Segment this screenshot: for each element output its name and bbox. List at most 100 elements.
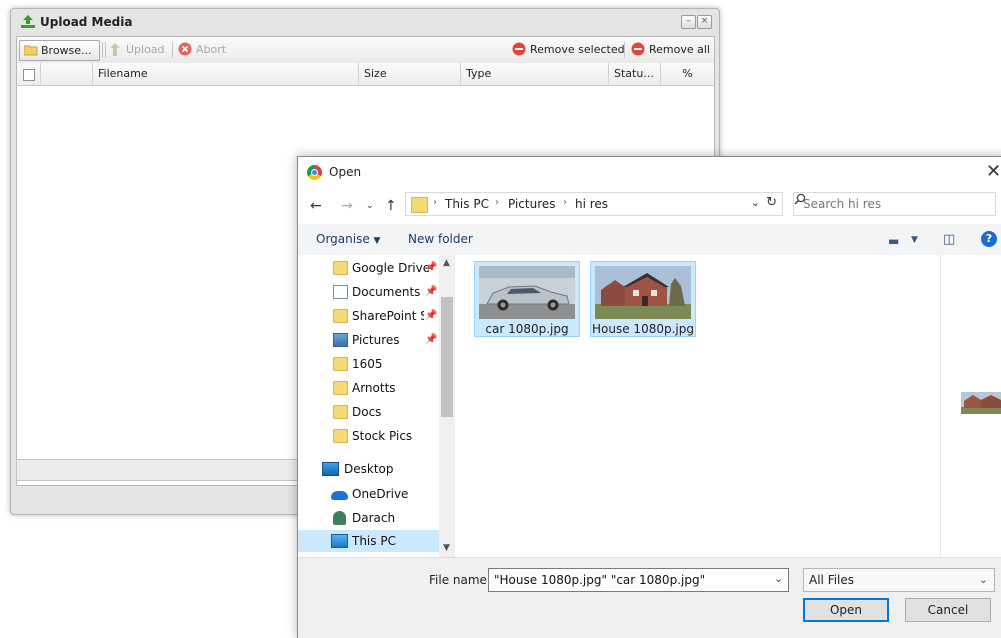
column-percent[interactable]: % — [661, 63, 714, 85]
onedrive-icon — [331, 491, 348, 500]
nav-scroll-thumb[interactable] — [441, 297, 453, 417]
file-type-value: All Files — [809, 573, 855, 587]
upload-button[interactable]: Upload — [110, 40, 168, 59]
open-file-dialog: Open ✕ ← → ⌄ ↑ › This PC › Pictures › hi… — [297, 156, 1001, 638]
chevron-down-icon: ⌄ — [978, 573, 988, 586]
breadcrumb-hi-res[interactable]: hi res — [575, 197, 608, 211]
organise-dropdown-icon: ▼ — [373, 236, 381, 246]
back-arrow-icon[interactable]: ← — [310, 198, 322, 214]
remove-all-label: Remove all — [649, 43, 710, 56]
search-box[interactable]: Search hi res — [793, 192, 996, 216]
abort-button[interactable]: Abort — [178, 40, 233, 59]
nav-item-label: Desktop — [344, 462, 394, 476]
file-name-dropdown-icon[interactable]: ⌄ — [774, 572, 783, 585]
abort-icon — [178, 42, 192, 56]
view-options-dropdown-icon[interactable]: ▼ — [911, 235, 918, 245]
dialog-title: Open — [329, 165, 362, 179]
house-preview-icon — [961, 392, 1001, 414]
nav-item-docs[interactable]: Docs — [331, 401, 441, 423]
browse-button[interactable]: Browse... — [19, 40, 100, 61]
select-all-cell — [17, 63, 41, 85]
folder-icon — [333, 309, 348, 323]
nav-item-desktop[interactable]: Desktop — [320, 458, 440, 480]
breadcrumb-chevron-icon: › — [563, 197, 567, 208]
folder-icon — [333, 381, 348, 395]
pin-icon: 📌 — [425, 334, 438, 345]
column-type[interactable]: Type — [461, 63, 609, 85]
command-bar: Organise ▼ New folder ▬ ▼ ◫ ? — [298, 224, 1001, 255]
help-icon[interactable]: ? — [981, 231, 997, 247]
toolbar-separator — [624, 42, 625, 58]
column-status[interactable]: Statu... — [609, 63, 661, 85]
breadcrumb-pictures[interactable]: Pictures — [508, 197, 556, 211]
nav-item-label: 1605 — [352, 357, 383, 371]
up-arrow-icon[interactable]: ↑ — [385, 198, 397, 214]
house-thumbnail-icon — [595, 266, 691, 319]
folder-icon — [333, 405, 348, 419]
nav-item-sharepoint[interactable]: SharePoint Si 📌 — [331, 305, 441, 327]
close-button[interactable]: × — [697, 15, 712, 29]
address-bar[interactable]: › This PC › Pictures › hi res ⌄ ↻ — [405, 192, 783, 216]
minimize-button[interactable]: – — [681, 15, 696, 29]
breadcrumb-this-pc[interactable]: This PC — [445, 197, 489, 211]
nav-item-label: Arnotts — [352, 381, 396, 395]
file-tile-house[interactable]: House 1080p.jpg — [590, 261, 696, 337]
refresh-icon[interactable]: ↻ — [766, 195, 777, 210]
forward-arrow-icon[interactable]: → — [341, 198, 353, 214]
nav-item-label: This PC — [352, 534, 396, 548]
dialog-bottom-bar: File name: ⌄ All Files ⌄ Open Cancel — [298, 557, 1001, 638]
scroll-up-icon[interactable]: ▲ — [443, 258, 450, 268]
new-folder-button[interactable]: New folder — [408, 232, 473, 246]
folder-icon — [24, 45, 38, 56]
nav-item-label: Docs — [352, 405, 382, 419]
change-view-icon[interactable]: ▬ — [888, 234, 899, 248]
nav-item-arnotts[interactable]: Arnotts — [331, 377, 441, 399]
nav-item-label: Stock Pics — [352, 429, 413, 443]
arrow-up-icon — [110, 43, 120, 56]
nav-item-darach[interactable]: Darach — [331, 507, 441, 529]
upload-label: Upload — [126, 43, 165, 56]
nav-item-this-pc[interactable]: This PC — [298, 530, 439, 552]
recent-locations-chevron-icon[interactable]: ⌄ — [366, 201, 374, 211]
pin-icon: 📌 — [425, 286, 438, 297]
folder-icon — [333, 357, 348, 371]
column-filename[interactable]: Filename — [93, 63, 359, 85]
file-name-car: car 1080p.jpg — [485, 322, 569, 336]
nav-item-documents[interactable]: Documents 📌 — [331, 281, 441, 303]
upload-icon — [21, 15, 35, 28]
scroll-down-icon[interactable]: ▼ — [443, 543, 450, 553]
column-size[interactable]: Size — [359, 63, 461, 85]
organise-button[interactable]: Organise ▼ — [316, 232, 380, 246]
search-placeholder: Search hi res — [803, 197, 882, 211]
preview-strip — [940, 255, 1001, 557]
file-tile-car[interactable]: car 1080p.jpg — [474, 261, 580, 337]
file-name-input[interactable] — [488, 568, 789, 592]
car-thumbnail-icon — [479, 266, 575, 319]
nav-item-stock-pics[interactable]: Stock Pics — [331, 425, 441, 447]
open-button[interactable]: Open — [803, 598, 889, 622]
nav-item-label: SharePoint Si — [352, 309, 424, 323]
nav-item-label: Google Drive — [352, 261, 431, 275]
folder-icon — [333, 429, 348, 443]
dialog-close-button[interactable]: ✕ — [986, 161, 1001, 182]
remove-selected-button[interactable]: Remove selected — [512, 40, 625, 59]
breadcrumb-chevron-icon: › — [495, 197, 499, 208]
nav-item-1605[interactable]: 1605 — [331, 353, 441, 375]
nav-item-onedrive[interactable]: OneDrive — [331, 483, 441, 505]
nav-item-google-drive[interactable]: Google Drive 📌 — [331, 257, 441, 279]
nav-scrollbar[interactable]: ▲ ▼ — [439, 255, 455, 557]
dialog-title-bar: Open ✕ — [298, 157, 1001, 189]
toolbar-separator — [172, 42, 173, 58]
preview-pane-icon[interactable]: ◫ — [943, 232, 955, 247]
remove-all-button[interactable]: Remove all — [631, 40, 711, 59]
upload-toolbar: Browse... Upload Abort Remove selected R… — [17, 37, 714, 64]
desktop-icon — [322, 462, 339, 476]
thumbnail-column — [41, 63, 93, 85]
cancel-button[interactable]: Cancel — [905, 598, 991, 622]
document-icon — [333, 285, 348, 299]
address-dropdown-icon[interactable]: ⌄ — [751, 196, 760, 209]
nav-item-pictures[interactable]: Pictures 📌 — [331, 329, 441, 351]
file-type-select[interactable]: All Files ⌄ — [803, 568, 995, 592]
upload-title-bar: Upload Media – × — [11, 9, 719, 35]
select-all-checkbox[interactable] — [23, 69, 35, 81]
